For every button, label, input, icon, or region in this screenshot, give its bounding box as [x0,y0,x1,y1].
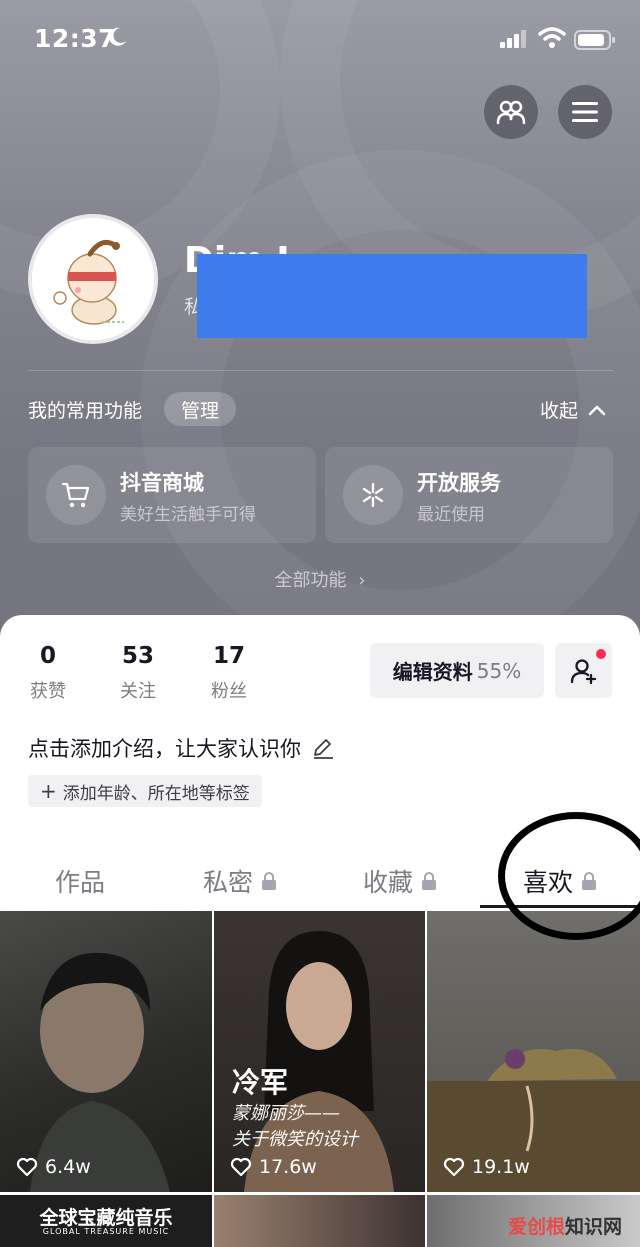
divider [28,370,614,371]
function-card-desc: 美好生活触手可得 [120,505,256,525]
cart-icon [61,482,90,508]
stat-following[interactable]: 53 关注 [110,643,166,703]
video-tile[interactable]: 冷军 蒙娜丽莎—— 关于微笑的设计 17.6w [214,911,425,1192]
video-title: 冷军 [232,1066,289,1099]
video-thumbnail-man [30,952,170,1192]
function-card-mall[interactable]: 抖音商城 美好生活触手可得 [28,447,316,543]
all-functions-label: 全部功能 [274,570,347,591]
video-subtitle-line: 关于微笑的设计 [232,1129,358,1150]
heart-icon [16,1157,38,1177]
video-tile[interactable]: 6.4w [0,911,212,1192]
video-tile[interactable]: 全球宝藏纯音乐 GLOBAL TREASURE MUSIC [0,1195,212,1247]
friends-button[interactable] [484,85,538,139]
redaction-block [197,254,587,338]
watermark: 爱创根知识网 [508,1212,622,1239]
menu-button[interactable] [558,85,612,139]
tab-favorites[interactable]: 收藏 [320,855,480,907]
video-subtitle-line: 蒙娜丽莎—— [232,1103,340,1124]
stat-likes[interactable]: 0 获赞 [20,643,76,703]
tab-private[interactable]: 私密 [160,855,320,907]
watermark-part: 爱创根 [507,1216,565,1238]
friends-icon [496,100,526,125]
heart-icon [230,1157,252,1177]
chevron-up-icon [588,405,606,415]
manage-button[interactable]: 管理 [164,392,236,426]
function-card-name: 抖音商城 [120,471,204,495]
stat-number: 0 [39,643,56,669]
video-banner-subtitle: GLOBAL TREASURE MUSIC [42,1227,170,1236]
wifi-icon [538,27,566,48]
bio-prompt[interactable]: 点击添加介绍，让大家认识你 [28,733,335,763]
edit-profile-button[interactable]: 编辑资料 55% [370,643,544,698]
sparkle-icon [362,482,384,508]
video-tile[interactable]: 爱创根知识网 [427,1195,640,1247]
plus-icon: + [40,779,57,803]
collapse-label: 收起 [540,400,579,422]
like-count-value: 17.6w [259,1156,317,1178]
tab-works[interactable]: 作品 [0,855,160,907]
chevron-right-icon: › [358,570,366,591]
function-card-open-service[interactable]: 开放服务 最近使用 [325,447,613,543]
video-tile[interactable] [214,1195,425,1247]
notification-dot [596,649,606,659]
video-thumbnail-sprout [427,1048,640,1192]
stat-number: 53 [121,643,154,669]
stat-followers[interactable]: 17 粉丝 [201,643,257,703]
all-functions-link[interactable]: 全部功能 › [0,566,640,592]
status-time: 12:37 [34,24,117,53]
avatar[interactable] [28,214,158,344]
heart-icon [443,1157,465,1177]
moon-icon [109,27,126,46]
tab-label: 收藏 [362,868,413,897]
function-card-name: 开放服务 [417,471,501,495]
video-subtitle: 蒙娜丽莎—— 关于微笑的设计 [232,1101,358,1153]
menu-icon [572,102,598,122]
signal-icon [500,30,526,48]
avatar-cartoon-icon [32,218,154,340]
like-count: 17.6w [230,1156,317,1178]
stat-number: 17 [212,643,245,669]
tab-label: 私密 [202,868,253,897]
collapse-button[interactable]: 收起 [540,396,606,423]
watermark-part: 知识网 [564,1216,622,1238]
cart-icon-wrap [46,465,106,525]
add-user-icon [570,658,596,684]
edit-profile-percent: 55% [476,658,522,683]
add-friend-button[interactable] [555,643,612,698]
sparkle-icon-wrap [343,465,403,525]
tab-label: 作品 [54,868,105,897]
bio-text: 点击添加介绍，让大家认识你 [28,737,301,761]
add-tags-button[interactable]: + 添加年龄、所在地等标签 [28,775,262,807]
like-count-value: 19.1w [472,1156,530,1178]
status-bar: 12:37 [0,0,640,80]
like-count: 6.4w [16,1156,91,1178]
like-count-value: 6.4w [45,1156,91,1178]
video-tile[interactable]: 19.1w [427,911,640,1192]
lock-icon [422,872,436,890]
function-card-desc: 最近使用 [417,505,485,525]
video-grid: 6.4w 冷军 蒙娜丽莎—— 关于微笑的设计 17.6w 19.1w 全球宝藏纯… [0,911,640,1247]
pencil-icon [314,739,333,759]
annotation-circle [498,812,640,940]
video-banner-title: 全球宝藏纯音乐 [39,1207,173,1229]
lock-icon [262,872,276,890]
stat-label: 获赞 [30,681,66,702]
stat-label: 关注 [120,681,156,702]
edit-profile-label: 编辑资料 [392,660,473,684]
add-tags-label: 添加年龄、所在地等标签 [62,783,250,804]
stat-label: 粉丝 [211,681,247,702]
functions-title: 我的常用功能 [28,400,143,422]
battery-icon [574,30,615,50]
like-count: 19.1w [443,1156,530,1178]
profile-header: 12:37 私 我的常用功能 管理 收起 抖音商城 美好生活触手可得 开放服务 … [0,0,640,650]
